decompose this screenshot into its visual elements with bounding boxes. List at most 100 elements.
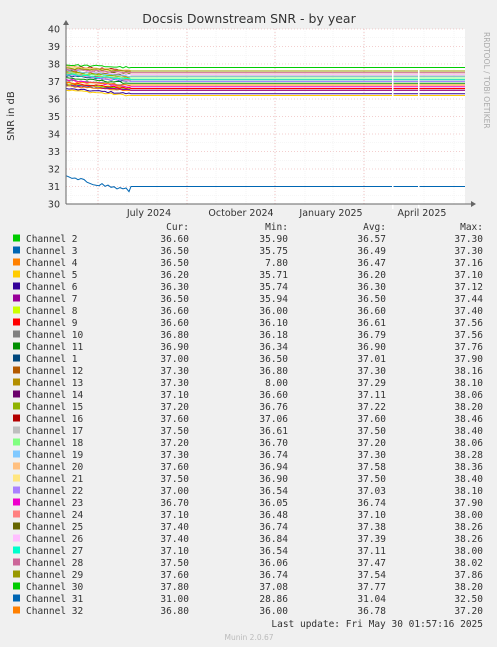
legend-row: Channel 29 37.60 36.74 37.54 37.86 bbox=[13, 570, 483, 581]
legend-max: 38.10 bbox=[454, 378, 483, 389]
legend-name: Channel 9 bbox=[26, 318, 78, 329]
legend-max: 38.00 bbox=[454, 510, 483, 521]
legend-avg: 36.79 bbox=[357, 330, 386, 341]
legend-min: 7.80 bbox=[265, 258, 288, 269]
legend-min: 36.61 bbox=[259, 426, 288, 437]
legend-row: Channel 27 37.10 36.54 37.11 38.00 bbox=[13, 546, 483, 557]
y-tick-label: 34 bbox=[48, 130, 60, 141]
legend-max: 37.44 bbox=[454, 294, 483, 305]
legend-max: 38.20 bbox=[454, 582, 483, 593]
legend-cur: 36.60 bbox=[160, 306, 189, 317]
legend-avg: 37.30 bbox=[357, 450, 386, 461]
legend-max: 37.56 bbox=[454, 330, 483, 341]
legend-max: 38.02 bbox=[454, 558, 483, 569]
legend-row: Channel 10 36.80 36.18 36.79 37.56 bbox=[13, 330, 483, 341]
legend-cur: 37.10 bbox=[160, 546, 189, 557]
legend-name: Channel 19 bbox=[26, 450, 83, 461]
legend: Channel 2 36.60 35.90 36.57 37.30 Channel 3 36… bbox=[13, 234, 483, 617]
legend-avg: 37.01 bbox=[357, 354, 386, 365]
legend-name: Channel 29 bbox=[26, 570, 83, 581]
legend-max: 37.20 bbox=[454, 606, 483, 617]
legend-avg: 36.49 bbox=[357, 246, 386, 257]
x-tick-label: April 2025 bbox=[398, 208, 447, 219]
legend-row: Channel 19 37.30 36.74 37.30 38.28 bbox=[13, 450, 483, 461]
legend-row: Channel 8 36.60 36.00 36.60 37.40 bbox=[13, 306, 483, 317]
snr-chart: Docsis Downstream SNR - by year SNR in d… bbox=[6, 11, 491, 642]
legend-max: 38.40 bbox=[454, 426, 483, 437]
legend-avg: 36.61 bbox=[357, 318, 386, 329]
y-tick-label: 32 bbox=[48, 165, 60, 176]
legend-min: 36.48 bbox=[259, 510, 288, 521]
legend-max: 37.56 bbox=[454, 318, 483, 329]
legend-max: 37.30 bbox=[454, 246, 483, 257]
legend-avg: 37.47 bbox=[357, 558, 386, 569]
legend-min: 36.54 bbox=[259, 546, 288, 557]
legend-avg: 37.11 bbox=[357, 546, 386, 557]
legend-max: 38.10 bbox=[454, 486, 483, 497]
legend-cur: 37.10 bbox=[160, 510, 189, 521]
legend-row: Channel 13 37.30 8.00 37.29 38.10 bbox=[13, 378, 483, 389]
rrdtool-side-label: RRDTOOL / TOBI OETIKER bbox=[482, 32, 491, 129]
x-tick-label: July 2024 bbox=[126, 208, 171, 219]
data-gap bbox=[392, 69, 394, 209]
legend-cur: 37.80 bbox=[160, 582, 189, 593]
legend-row: Channel 30 37.80 37.08 37.77 38.20 bbox=[13, 582, 483, 593]
legend-cur: 31.00 bbox=[160, 594, 189, 605]
legend-min: 36.84 bbox=[259, 534, 288, 545]
legend-cur: 37.00 bbox=[160, 354, 189, 365]
legend-swatch bbox=[13, 462, 20, 470]
legend-cur: 36.80 bbox=[160, 606, 189, 617]
legend-row: Channel 22 37.00 36.54 37.03 38.10 bbox=[13, 486, 483, 497]
header-cur: Cur: bbox=[166, 222, 189, 233]
legend-swatch bbox=[13, 414, 20, 422]
legend-cur: 37.30 bbox=[160, 378, 189, 389]
legend-avg: 37.30 bbox=[357, 366, 386, 377]
x-tick-labels: July 2024 October 2024 January 2025 April 2… bbox=[126, 208, 447, 219]
legend-min: 36.80 bbox=[259, 366, 288, 377]
legend-row: Channel 25 37.40 36.74 37.38 38.26 bbox=[13, 522, 483, 533]
legend-max: 37.16 bbox=[454, 258, 483, 269]
legend-swatch bbox=[13, 498, 20, 506]
legend-max: 37.90 bbox=[454, 498, 483, 509]
header-max: Max: bbox=[460, 222, 483, 233]
legend-name: Channel 31 bbox=[26, 594, 83, 605]
legend-avg: 37.03 bbox=[357, 486, 386, 497]
legend-header: Cur: Min: Avg: Max: bbox=[166, 222, 483, 233]
y-tick-labels: 30 31 32 33 34 35 36 37 38 39 40 bbox=[48, 25, 60, 211]
y-axis-label: SNR in dB bbox=[6, 91, 17, 141]
legend-max: 38.28 bbox=[454, 450, 483, 461]
legend-max: 37.40 bbox=[454, 306, 483, 317]
legend-min: 37.06 bbox=[259, 414, 288, 425]
legend-cur: 36.30 bbox=[160, 282, 189, 293]
legend-avg: 36.57 bbox=[357, 234, 386, 245]
legend-name: Channel 10 bbox=[26, 330, 83, 341]
legend-cur: 37.20 bbox=[160, 438, 189, 449]
legend-avg: 37.10 bbox=[357, 510, 386, 521]
legend-swatch bbox=[13, 534, 20, 542]
legend-cur: 36.80 bbox=[160, 330, 189, 341]
legend-name: Channel 14 bbox=[26, 390, 83, 401]
y-tick-label: 33 bbox=[48, 147, 60, 158]
header-min: Min: bbox=[265, 222, 288, 233]
legend-name: Channel 28 bbox=[26, 558, 83, 569]
legend-avg: 37.50 bbox=[357, 474, 386, 485]
y-tick-label: 30 bbox=[48, 200, 60, 211]
legend-name: Channel 23 bbox=[26, 498, 83, 509]
legend-row: Channel 17 37.50 36.61 37.50 38.40 bbox=[13, 426, 483, 437]
legend-max: 38.20 bbox=[454, 402, 483, 413]
legend-max: 38.40 bbox=[454, 474, 483, 485]
data-gap bbox=[418, 69, 420, 209]
legend-name: Channel 5 bbox=[26, 270, 77, 281]
legend-avg: 37.20 bbox=[357, 438, 386, 449]
legend-cur: 36.50 bbox=[160, 246, 189, 257]
legend-swatch bbox=[13, 246, 20, 254]
legend-cur: 36.50 bbox=[160, 258, 189, 269]
legend-avg: 37.29 bbox=[357, 378, 386, 389]
legend-avg: 37.77 bbox=[357, 582, 386, 593]
legend-name: Channel 11 bbox=[26, 342, 83, 353]
legend-min: 36.74 bbox=[259, 570, 288, 581]
legend-name: Channel 3 bbox=[26, 246, 77, 257]
legend-cur: 37.60 bbox=[160, 570, 189, 581]
legend-name: Channel 7 bbox=[26, 294, 77, 305]
legend-min: 36.00 bbox=[259, 306, 288, 317]
